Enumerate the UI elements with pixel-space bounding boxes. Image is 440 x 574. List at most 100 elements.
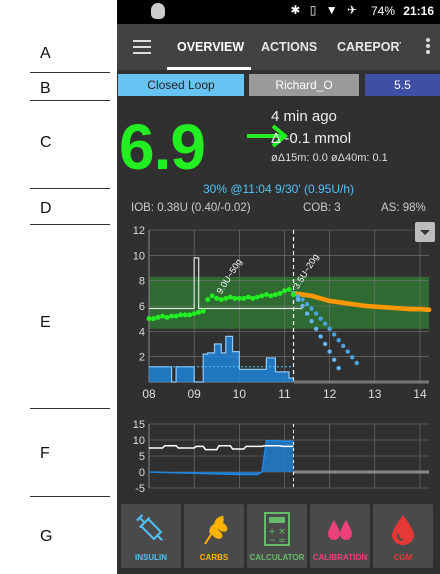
profile-button[interactable]: Richard_O [249,74,359,96]
bg-point [263,292,269,298]
annotation-divider [30,100,110,101]
annotation-label-e: E [40,314,51,331]
tab-actions[interactable]: ACTIONS [261,40,317,54]
annotation-label-a: A [40,45,51,62]
calculator-icon: + × − = [264,512,290,546]
prediction-iob-point [350,355,355,360]
bg-point [146,316,152,322]
bg-avg-delta: øΔ15m: 0.0 øΔ40m: 0.1 [271,152,388,164]
bg-point [250,295,256,301]
bg-point [205,297,211,303]
annotation-divider [30,496,110,497]
bg-point [191,311,197,317]
prediction-uam-point [309,319,314,324]
bg-point [178,312,184,318]
calculator-label: CALCULATOR [249,553,305,562]
y-tick-label: 15 [133,419,145,431]
menu-icon[interactable] [133,40,151,54]
bg-point [209,293,215,299]
x-tick-label: 12 [323,387,337,401]
annotation-divider [30,188,110,189]
annotation-label-b: B [40,80,51,97]
y-tick-label: 0 [139,467,145,479]
calibration-button[interactable]: CALIBRATION [310,504,370,568]
x-tick-label: 11 [278,387,291,401]
bg-point [241,295,247,301]
bg-point [227,294,233,300]
cob-status: COB: 3 [303,202,341,214]
iob-status: IOB: 0.38U (0.40/-0.02) [131,202,251,214]
bg-point [160,313,166,319]
prediction-cob-point [426,307,432,313]
bg-delta: Δ -0.1 mmol [271,130,352,147]
bg-point [169,313,175,319]
y-tick-label: -5 [135,483,145,495]
y-tick-label: 10 [133,250,145,262]
y-tick-label: 4 [139,326,145,338]
cgm-label: CGM [393,553,413,562]
bg-point [182,312,188,318]
prediction-iob-point [304,301,310,307]
bg-point [245,294,251,300]
prediction-uam-point [304,311,310,316]
bg-value: 6.9 [119,111,206,183]
annotation-label-g: G [40,528,53,545]
x-tick-label: 09 [187,387,201,401]
prediction-iob-point [318,316,323,321]
prediction-iob-point [336,338,341,343]
loop-mode-button[interactable]: Closed Loop [118,74,244,96]
prediction-uam-point [313,326,319,331]
bg-point [254,294,260,300]
bg-point [272,292,278,298]
bg-point [281,288,287,294]
calculator-button[interactable]: + × − = CALCULATOR [247,504,307,568]
annotation-label-f: F [40,445,50,462]
overflow-menu-icon[interactable] [426,38,430,54]
carbs-label: CARBS [199,553,229,562]
drops-icon [328,520,352,540]
insulin-button[interactable]: INSULIN [121,504,181,568]
bg-point [236,295,242,301]
insulin-label: INSULIN [135,553,167,562]
prediction-uam-point [322,341,328,347]
prediction-uam-point [336,365,341,371]
iob-activity-chart[interactable]: 15 10 5 0 -5 [117,416,440,496]
annotation-divider [30,72,110,73]
prediction-uam-point [331,357,337,363]
target-button[interactable]: 5.5 [365,74,440,96]
wheat-icon [204,515,228,545]
bg-point [173,313,179,319]
autosens-status: AS: 98% [381,202,426,214]
temp-basal-status: 30% @11:04 9/30' (0.95U/h) [202,182,354,196]
syringe-icon [136,514,164,542]
y-tick-label: 2 [139,352,145,364]
bg-chart[interactable]: 2468101208 09 10 11 12 13 149.0U~50g 3.5U~20g [117,222,440,406]
bg-point [196,309,202,315]
status-time: 21:16 [403,4,434,18]
calibration-label: CALIBRATION [312,553,368,562]
carbs-button[interactable]: CARBS [184,504,244,568]
bg-point [277,290,283,296]
bg-point [259,293,265,299]
prediction-iob-point [354,360,359,366]
bg-point [187,312,193,318]
tab-overview[interactable]: OVERVIEW [177,40,244,54]
bg-point [232,295,238,301]
annotation-label-c: C [40,134,52,151]
annotation-divider [30,224,110,225]
prediction-iob-point [313,311,319,316]
chart-options-icon[interactable] [415,222,435,242]
prediction-uam-point [295,297,301,302]
prediction-iob-point [345,349,350,354]
active-tab-indicator [167,67,251,70]
target-range-band [149,276,429,329]
prediction-iob-point [340,343,346,349]
bg-age: 4 min ago [271,108,337,125]
status-icons: ✱ ▯ ▼ ✈ [290,3,360,17]
battery-level: 74% [370,4,395,18]
tab-careportal[interactable]: CAREPORT [337,40,401,54]
cgm-button[interactable]: CGM [373,504,433,568]
x-tick-label: 08 [142,387,156,401]
annotation-divider [30,408,110,409]
bg-point [291,292,297,298]
